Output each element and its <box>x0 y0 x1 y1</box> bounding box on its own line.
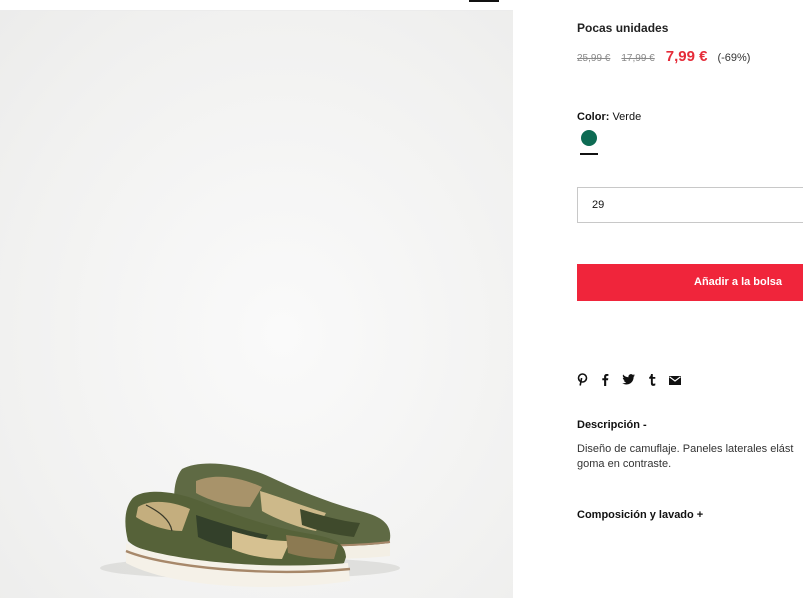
twitter-icon[interactable] <box>622 374 635 388</box>
description-toggle[interactable]: Descripción - <box>577 419 647 431</box>
previous-price: 17,99 € <box>621 53 655 64</box>
composition-toggle[interactable]: Composición y lavado + <box>577 509 703 521</box>
description-text: Diseño de camuflaje. Paneles laterales e… <box>577 442 803 472</box>
tumblr-icon[interactable] <box>648 373 656 389</box>
product-info-panel: Pocas unidades 25,99 € 17,99 € 7,99 € (-… <box>577 0 803 598</box>
top-divider <box>0 0 513 11</box>
size-select[interactable]: 29 <box>577 187 803 223</box>
color-value: Verde <box>612 111 642 123</box>
email-icon[interactable] <box>669 374 681 388</box>
product-page: Pocas unidades 25,99 € 17,99 € 7,99 € (-… <box>0 0 803 598</box>
color-swatch-green[interactable] <box>581 130 597 146</box>
facebook-icon[interactable] <box>601 373 609 389</box>
price-row: 25,99 € 17,99 € 7,99 € (-69%) <box>577 48 750 65</box>
color-label: Color: <box>577 111 610 123</box>
gallery-active-indicator[interactable] <box>469 0 499 2</box>
description-line: Diseño de camuflaje. Paneles laterales e… <box>577 443 794 455</box>
slip-on-sneakers-image <box>100 463 400 587</box>
add-to-bag-button[interactable]: Añadir a la bolsa <box>577 264 803 301</box>
product-image[interactable] <box>0 11 513 598</box>
stock-status: Pocas unidades <box>577 21 669 35</box>
discount-percent: (-69%) <box>717 52 751 64</box>
description-line: goma en contraste. <box>577 458 672 470</box>
share-icons <box>577 373 694 389</box>
sale-price: 7,99 € <box>665 48 708 65</box>
color-label-row: Color: Verde <box>577 111 641 123</box>
original-price: 25,99 € <box>577 53 611 64</box>
selected-swatch-indicator <box>580 153 598 155</box>
pinterest-icon[interactable] <box>577 373 588 389</box>
